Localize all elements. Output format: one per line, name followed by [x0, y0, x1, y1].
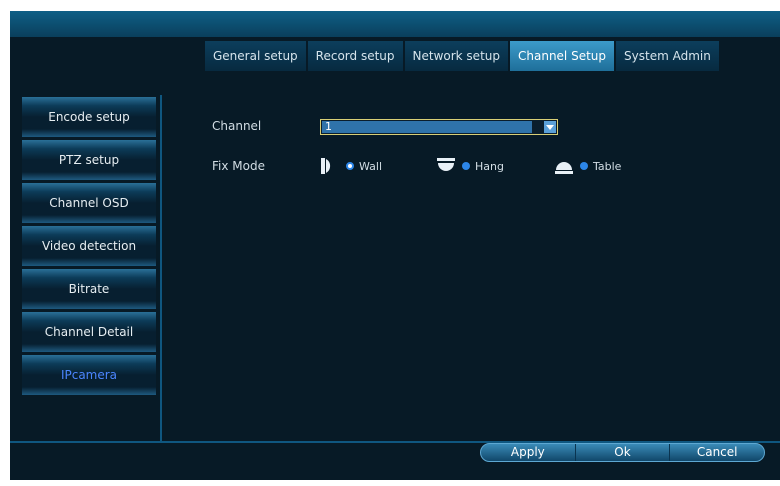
- ok-button[interactable]: Ok: [576, 444, 671, 461]
- sidebar-item-channel-detail[interactable]: Channel Detail: [22, 312, 156, 352]
- channel-select[interactable]: 1: [320, 119, 558, 135]
- radio-wall[interactable]: [346, 162, 354, 170]
- sidebar: Encode setup PTZ setup Channel OSD Video…: [22, 97, 158, 398]
- fix-mode-label: Fix Mode: [212, 159, 265, 173]
- wall-mount-icon: [320, 157, 340, 175]
- tab-record-setup[interactable]: Record setup: [307, 41, 403, 71]
- mode-label-table: Table: [593, 159, 622, 173]
- dvr-screen: General setup Record setup Network setup…: [10, 11, 780, 480]
- channel-select-highlight: [322, 121, 532, 133]
- tab-channel-setup[interactable]: Channel Setup: [510, 41, 615, 71]
- table-mount-icon: [554, 157, 574, 175]
- mode-option-table[interactable]: Table: [554, 157, 621, 175]
- ceiling-mount-icon: [436, 157, 456, 175]
- sidebar-item-encode-setup[interactable]: Encode setup: [22, 97, 156, 137]
- radio-hang[interactable]: [462, 162, 470, 170]
- sidebar-divider: [160, 95, 162, 442]
- sidebar-item-ipcamera[interactable]: IPcamera: [22, 355, 156, 395]
- channel-select-value: 1: [325, 120, 332, 133]
- tab-system-admin[interactable]: System Admin: [616, 41, 719, 71]
- chevron-down-icon[interactable]: [544, 121, 556, 133]
- title-bar: [10, 11, 780, 37]
- tab-general-setup[interactable]: General setup: [205, 41, 306, 71]
- mode-label-wall: Wall: [359, 159, 383, 173]
- sidebar-item-ptz-setup[interactable]: PTZ setup: [22, 140, 156, 180]
- sidebar-item-channel-osd[interactable]: Channel OSD: [22, 183, 156, 223]
- channel-label: Channel: [212, 119, 262, 133]
- cancel-button[interactable]: Cancel: [670, 444, 764, 461]
- action-button-group: Apply Ok Cancel: [480, 443, 765, 462]
- sidebar-item-video-detection[interactable]: Video detection: [22, 226, 156, 266]
- mode-option-wall[interactable]: Wall: [320, 157, 382, 175]
- radio-table[interactable]: [580, 162, 588, 170]
- tab-bar: General setup Record setup Network setup…: [205, 41, 721, 71]
- mode-option-hang[interactable]: Hang: [436, 157, 504, 175]
- tab-network-setup[interactable]: Network setup: [404, 41, 508, 71]
- mode-label-hang: Hang: [475, 159, 504, 173]
- sidebar-item-bitrate[interactable]: Bitrate: [22, 269, 156, 309]
- apply-button[interactable]: Apply: [481, 444, 576, 461]
